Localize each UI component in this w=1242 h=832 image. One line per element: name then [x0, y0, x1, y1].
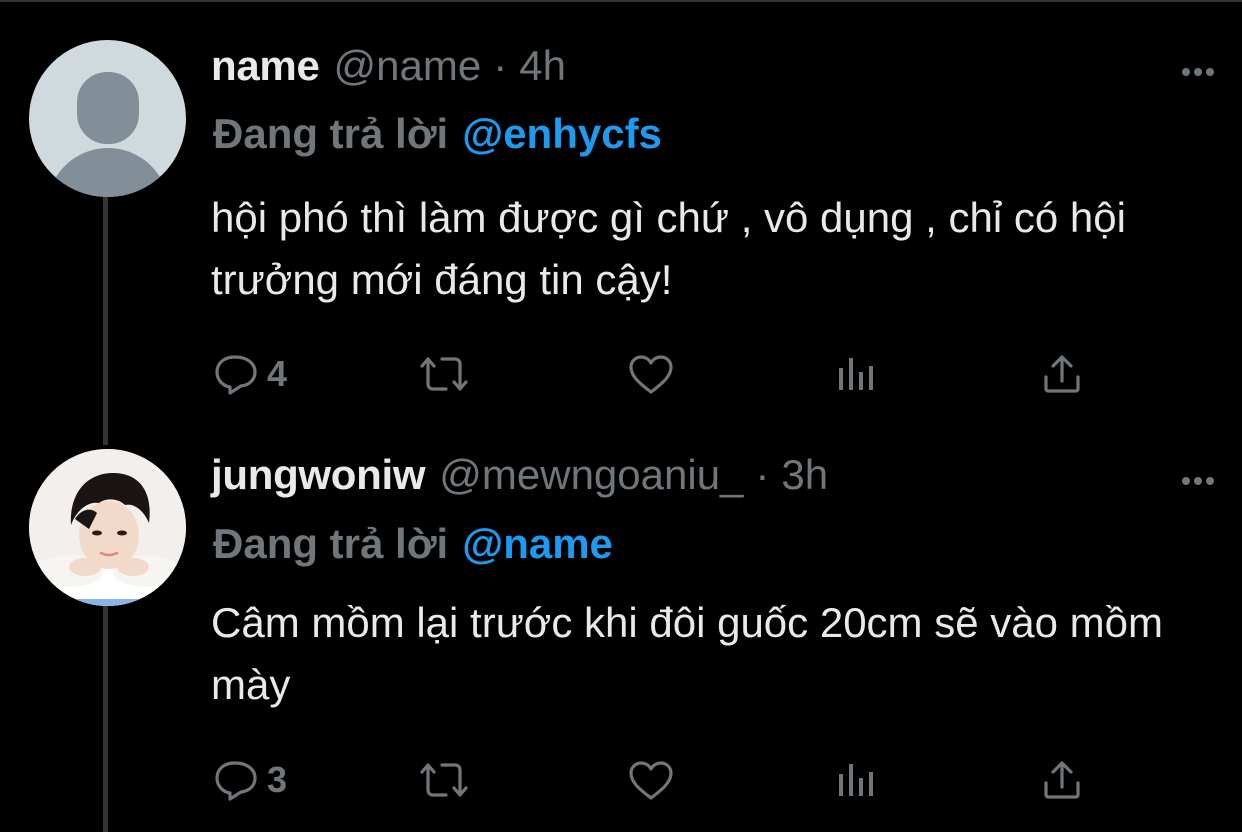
reply-icon	[215, 355, 257, 395]
separator-dot: ·	[755, 451, 770, 498]
replying-to: Đang trả lời @name	[213, 520, 613, 568]
user-handle[interactable]: @mewngoaniu_	[439, 451, 743, 499]
heart-icon	[629, 761, 673, 800]
tweet-text: Câm mồm lại trước khi đôi guốc 20cm sẽ v…	[211, 599, 1163, 708]
views-button[interactable]	[835, 758, 877, 802]
reply-button[interactable]: 4	[213, 352, 287, 396]
reply-icon	[215, 761, 257, 801]
share-button[interactable]	[1041, 758, 1083, 802]
replying-label: Đang trả lời	[213, 110, 449, 157]
separator-dot: ·	[493, 42, 508, 89]
display-name[interactable]: name	[211, 42, 320, 90]
tweet-text: hội phó thì làm được gì chứ , vô dụng , …	[211, 194, 1126, 303]
analytics-icon	[839, 764, 873, 796]
tweet[interactable]: name @name · 4h Đang trả lời @enhycfs hội…	[0, 0, 1242, 440]
profile-photo	[29, 449, 186, 606]
more-icon[interactable]	[1182, 477, 1214, 485]
default-avatar-body	[47, 148, 169, 197]
reply-button[interactable]: 3	[213, 758, 287, 802]
action-bar: 4	[213, 352, 1113, 396]
mention-link[interactable]: @enhycfs	[462, 110, 662, 157]
timestamp[interactable]: 3h	[781, 451, 828, 499]
retweet-button[interactable]	[416, 352, 472, 396]
heart-icon	[629, 355, 673, 394]
share-icon	[1044, 355, 1080, 393]
display-name[interactable]: jungwoniw	[211, 451, 426, 499]
action-bar: 3	[213, 758, 1113, 802]
analytics-icon	[839, 358, 873, 390]
tweet-header: name @name · 4h	[211, 42, 566, 102]
like-button[interactable]	[627, 352, 675, 396]
timestamp[interactable]: 4h	[519, 42, 566, 90]
share-icon	[1044, 761, 1080, 799]
views-button[interactable]	[835, 352, 877, 396]
replying-to: Đang trả lời @enhycfs	[213, 110, 662, 158]
user-handle[interactable]: @name	[334, 42, 482, 90]
retweet-icon	[420, 357, 468, 391]
reply-count: 4	[267, 353, 288, 394]
retweet-icon	[420, 763, 468, 797]
mention-link[interactable]: @name	[462, 520, 613, 567]
reply-count: 3	[267, 759, 288, 800]
retweet-button[interactable]	[416, 758, 472, 802]
more-icon[interactable]	[1182, 68, 1214, 76]
default-avatar-head	[77, 72, 139, 144]
avatar[interactable]	[29, 449, 186, 606]
tweet[interactable]: jungwoniw @mewngoaniu_ · 3h Đang trả lời…	[0, 440, 1242, 832]
share-button[interactable]	[1041, 352, 1083, 396]
avatar[interactable]	[29, 40, 186, 197]
like-button[interactable]	[627, 758, 675, 802]
replying-label: Đang trả lời	[213, 520, 449, 567]
tweet-header: jungwoniw @mewngoaniu_ · 3h	[211, 451, 828, 511]
